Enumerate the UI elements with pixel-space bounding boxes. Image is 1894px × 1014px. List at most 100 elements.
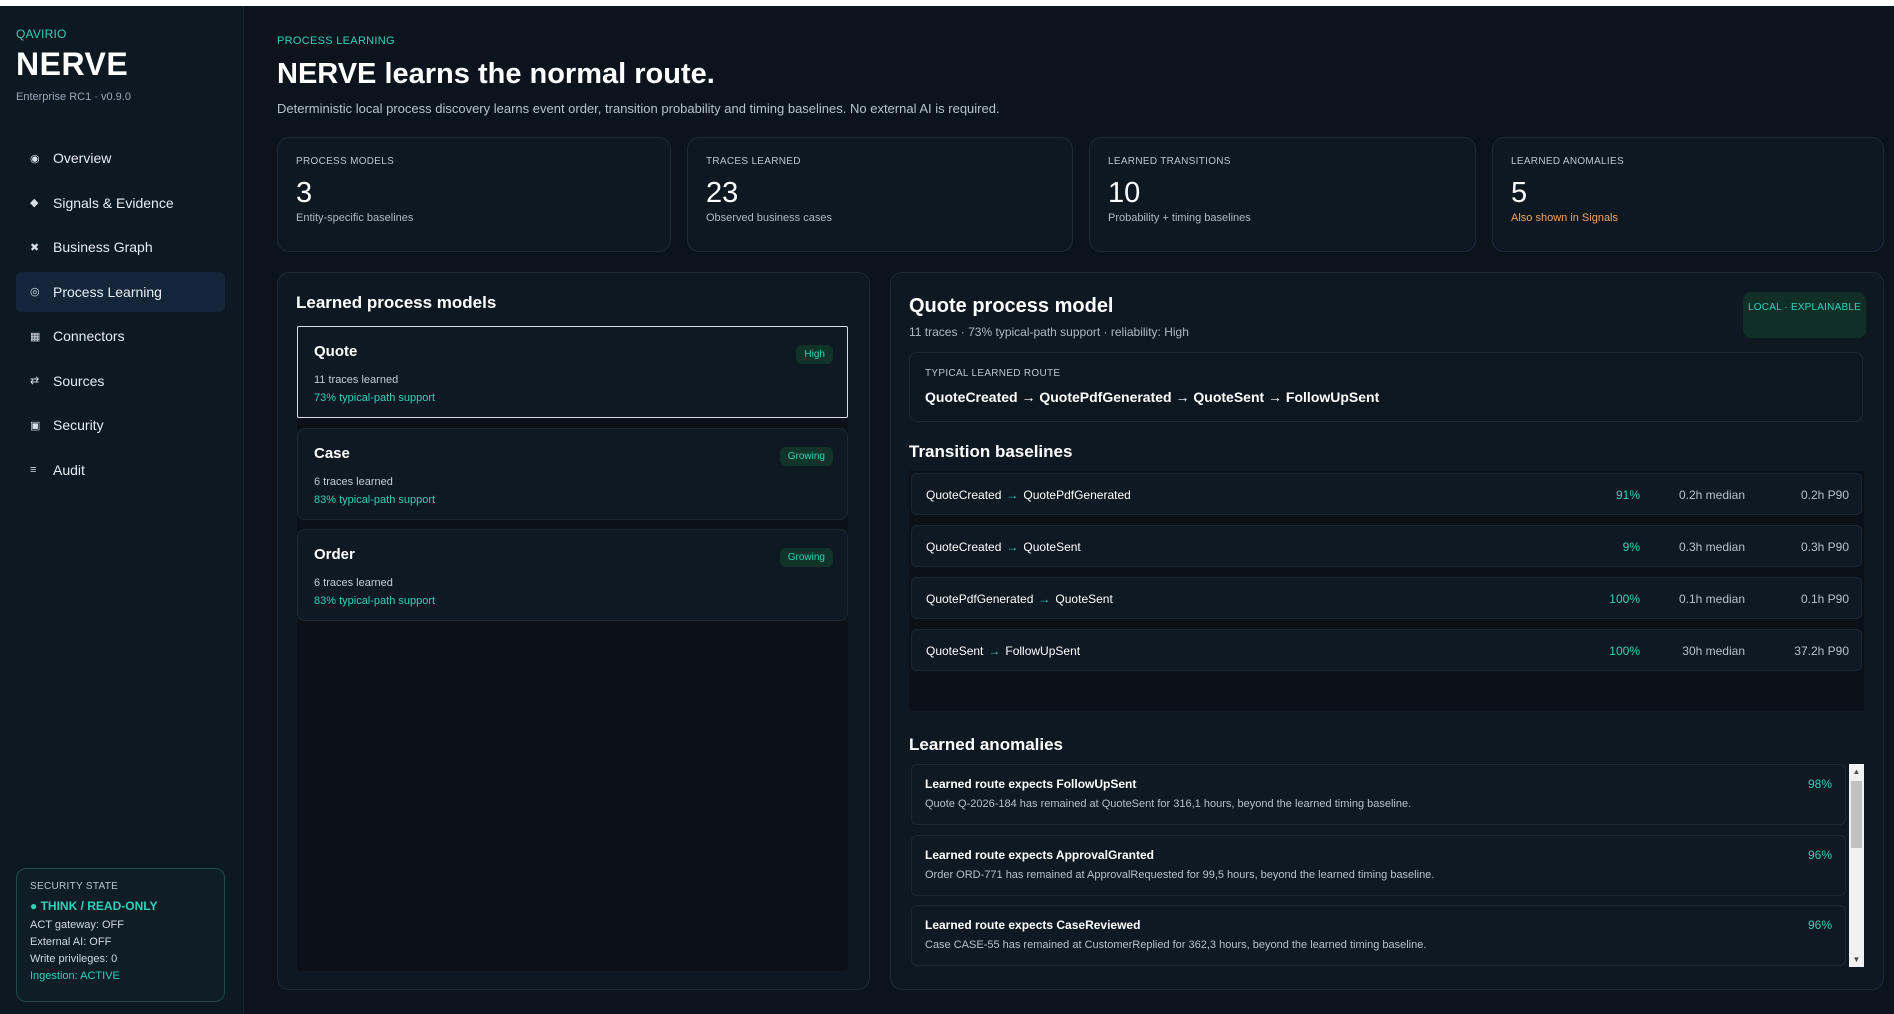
main-content: PROCESS LEARNING NERVE learns the normal… xyxy=(277,6,1884,1014)
brand-kicker: QAVIRIO xyxy=(16,27,67,41)
stat-note: Entity-specific baselines xyxy=(296,212,414,224)
anomalies-title: Learned anomalies xyxy=(909,735,1064,754)
model-name: Quote xyxy=(314,343,358,360)
anomaly-card[interactable]: Learned route expects CaseReviewed Case … xyxy=(911,905,1846,966)
transition-row: QuoteCreated → QuoteSent 9% 0.3h median 0.… xyxy=(911,525,1862,567)
sidebar-item-label: Signals & Evidence xyxy=(53,194,174,211)
external-ai-status: External AI: OFF xyxy=(30,936,112,948)
transition-p90: 0.1h P90 xyxy=(1800,592,1849,606)
transition-from: QuotePdfGenerated xyxy=(926,592,1034,606)
page-kicker: PROCESS LEARNING xyxy=(277,35,395,47)
anomaly-list: Learned route expects FollowUpSent Quote… xyxy=(909,764,1864,967)
anomaly-title: Learned route expects ApprovalGranted xyxy=(925,848,1154,862)
stat-process-models: PROCESS MODELS 3 Entity-specific baselin… xyxy=(277,137,671,252)
anomaly-description: Case CASE-55 has remained at CustomerRep… xyxy=(925,939,1427,951)
sidebar-item-signals[interactable]: ◆ Signals & Evidence xyxy=(16,183,225,223)
sidebar-item-business-graph[interactable]: ✖ Business Graph xyxy=(16,227,225,267)
diamond-icon: ◆ xyxy=(30,197,39,209)
transition-p90: 37.2h P90 xyxy=(1794,644,1849,658)
models-panel-title: Learned process models xyxy=(296,293,497,312)
anomaly-description: Quote Q-2026-184 has remained at QuoteSe… xyxy=(925,798,1412,810)
transition-from: QuoteSent xyxy=(926,644,984,658)
ingestion-status: Ingestion: ACTIVE xyxy=(30,970,120,982)
security-state-card: SECURITY STATE ● THINK / READ-ONLY ACT g… xyxy=(16,868,225,1002)
target-icon: ◎ xyxy=(30,286,40,298)
model-card-case[interactable]: Case Growing 6 traces learned 83% typica… xyxy=(297,428,848,520)
anomaly-card[interactable]: Learned route expects FollowUpSent Quote… xyxy=(911,764,1846,825)
list-icon: ≡ xyxy=(30,463,37,476)
stat-note: Probability + timing baselines xyxy=(1108,212,1251,224)
anomaly-confidence: 96% xyxy=(1807,848,1832,862)
swap-icon: ⇄ xyxy=(30,375,40,387)
sidebar-item-process-learning[interactable]: ◎ Process Learning xyxy=(16,271,225,312)
transition-to: QuoteSent xyxy=(1055,592,1113,606)
process-model-subtitle: 11 traces · 73% typical-path support · r… xyxy=(909,325,1189,339)
sidebar-item-sources[interactable]: ⇄ Sources xyxy=(16,361,225,401)
transition-label: QuoteCreated → QuotePdfGenerated xyxy=(926,488,1131,502)
process-model-title: Quote process model xyxy=(909,295,1114,317)
stat-label: LEARNED TRANSITIONS xyxy=(1108,156,1231,167)
sidebar-item-security[interactable]: ▣ Security xyxy=(16,405,225,445)
sidebar-item-connectors[interactable]: ▦ Connectors xyxy=(16,316,225,356)
anomaly-description: Order ORD-771 has remained at ApprovalRe… xyxy=(925,869,1435,881)
stat-learned-transitions: LEARNED TRANSITIONS 10 Probability + tim… xyxy=(1089,137,1476,252)
model-support: 83% typical-path support xyxy=(314,494,436,506)
stat-traces-learned: TRACES LEARNED 23 Observed business case… xyxy=(687,137,1073,252)
anomaly-confidence: 96% xyxy=(1807,918,1832,932)
sidebar: QAVIRIO NERVE Enterprise RC1 · v0.9.0 ◉ … xyxy=(0,6,244,1014)
model-card-quote[interactable]: Quote High 11 traces learned 73% typical… xyxy=(297,326,848,418)
sidebar-item-label: Security xyxy=(53,417,104,433)
graph-icon: ✖ xyxy=(30,241,40,254)
transition-to: QuoteSent xyxy=(1023,540,1081,554)
transition-median: 0.3h median xyxy=(1678,540,1745,554)
stat-note: Also shown in Signals xyxy=(1511,212,1619,224)
sidebar-item-label: Audit xyxy=(53,461,85,478)
transition-probability: 100% xyxy=(1609,592,1640,606)
brand-version: Enterprise RC1 · v0.9.0 xyxy=(16,91,131,103)
transition-p90: 0.3h P90 xyxy=(1800,540,1849,554)
page-subtitle: Deterministic local process discovery le… xyxy=(277,101,1000,116)
sidebar-item-overview[interactable]: ◉ Overview xyxy=(16,138,225,178)
scroll-up-arrow-icon[interactable]: ▲ xyxy=(1849,764,1864,779)
models-panel: Learned process models Quote High 11 tra… xyxy=(277,272,870,990)
stat-label: PROCESS MODELS xyxy=(296,156,395,167)
security-state-kicker: SECURITY STATE xyxy=(30,881,119,892)
transition-median: 0.2h median xyxy=(1678,488,1745,502)
transition-probability: 91% xyxy=(1615,488,1640,502)
brand-title: NERVE xyxy=(16,46,129,82)
stat-value: 23 xyxy=(706,177,739,209)
sidebar-item-label: Business Graph xyxy=(53,239,153,255)
process-model-detail-panel: Quote process model 11 traces · 73% typi… xyxy=(890,272,1884,990)
transition-p90: 0.2h P90 xyxy=(1800,488,1849,502)
transition-label: QuoteSent → FollowUpSent xyxy=(926,644,1080,658)
anomaly-title: Learned route expects CaseReviewed xyxy=(925,918,1141,932)
model-traces: 11 traces learned xyxy=(314,374,399,386)
transition-list: QuoteCreated → QuotePdfGenerated 91% 0.2h … xyxy=(909,471,1864,711)
transition-row: QuotePdfGenerated → QuoteSent 100% 0.1h me… xyxy=(911,577,1862,619)
arrow-right-icon: → xyxy=(1006,488,1019,502)
scroll-down-arrow-icon[interactable]: ▼ xyxy=(1849,952,1864,967)
transition-probability: 100% xyxy=(1609,644,1640,658)
transition-label: QuotePdfGenerated → QuoteSent xyxy=(926,592,1113,606)
reliability-badge: Growing xyxy=(779,548,833,567)
route-kicker: TYPICAL LEARNED ROUTE xyxy=(925,368,1061,379)
arrow-right-icon: → xyxy=(1038,592,1051,606)
sidebar-item-audit[interactable]: ≡ Audit xyxy=(16,450,225,490)
model-support: 83% typical-path support xyxy=(314,595,436,607)
scrollbar-thumb[interactable] xyxy=(1851,781,1862,848)
typical-route-box: TYPICAL LEARNED ROUTE QuoteCreated → Quo… xyxy=(909,352,1863,422)
model-card-order[interactable]: Order Growing 6 traces learned 83% typic… xyxy=(297,529,848,621)
transition-from: QuoteCreated xyxy=(926,540,1002,554)
sidebar-item-label: Process Learning xyxy=(53,283,162,300)
transition-median: 0.1h median xyxy=(1678,592,1745,606)
anomaly-scrollbar[interactable]: ▲ ▼ xyxy=(1849,764,1864,967)
anomaly-title: Learned route expects FollowUpSent xyxy=(925,777,1137,791)
stat-learned-anomalies: LEARNED ANOMALIES 5 Also shown in Signal… xyxy=(1492,137,1884,252)
sidebar-nav: ◉ Overview ◆ Signals & Evidence ✖ Busine… xyxy=(16,138,225,494)
models-list: Quote High 11 traces learned 73% typical… xyxy=(297,326,848,971)
sidebar-item-label: Connectors xyxy=(53,328,125,344)
anomaly-card[interactable]: Learned route expects ApprovalGranted Or… xyxy=(911,835,1846,896)
arrow-right-icon: → xyxy=(988,644,1001,658)
model-support: 73% typical-path support xyxy=(314,392,436,404)
stat-value: 5 xyxy=(1511,177,1528,209)
